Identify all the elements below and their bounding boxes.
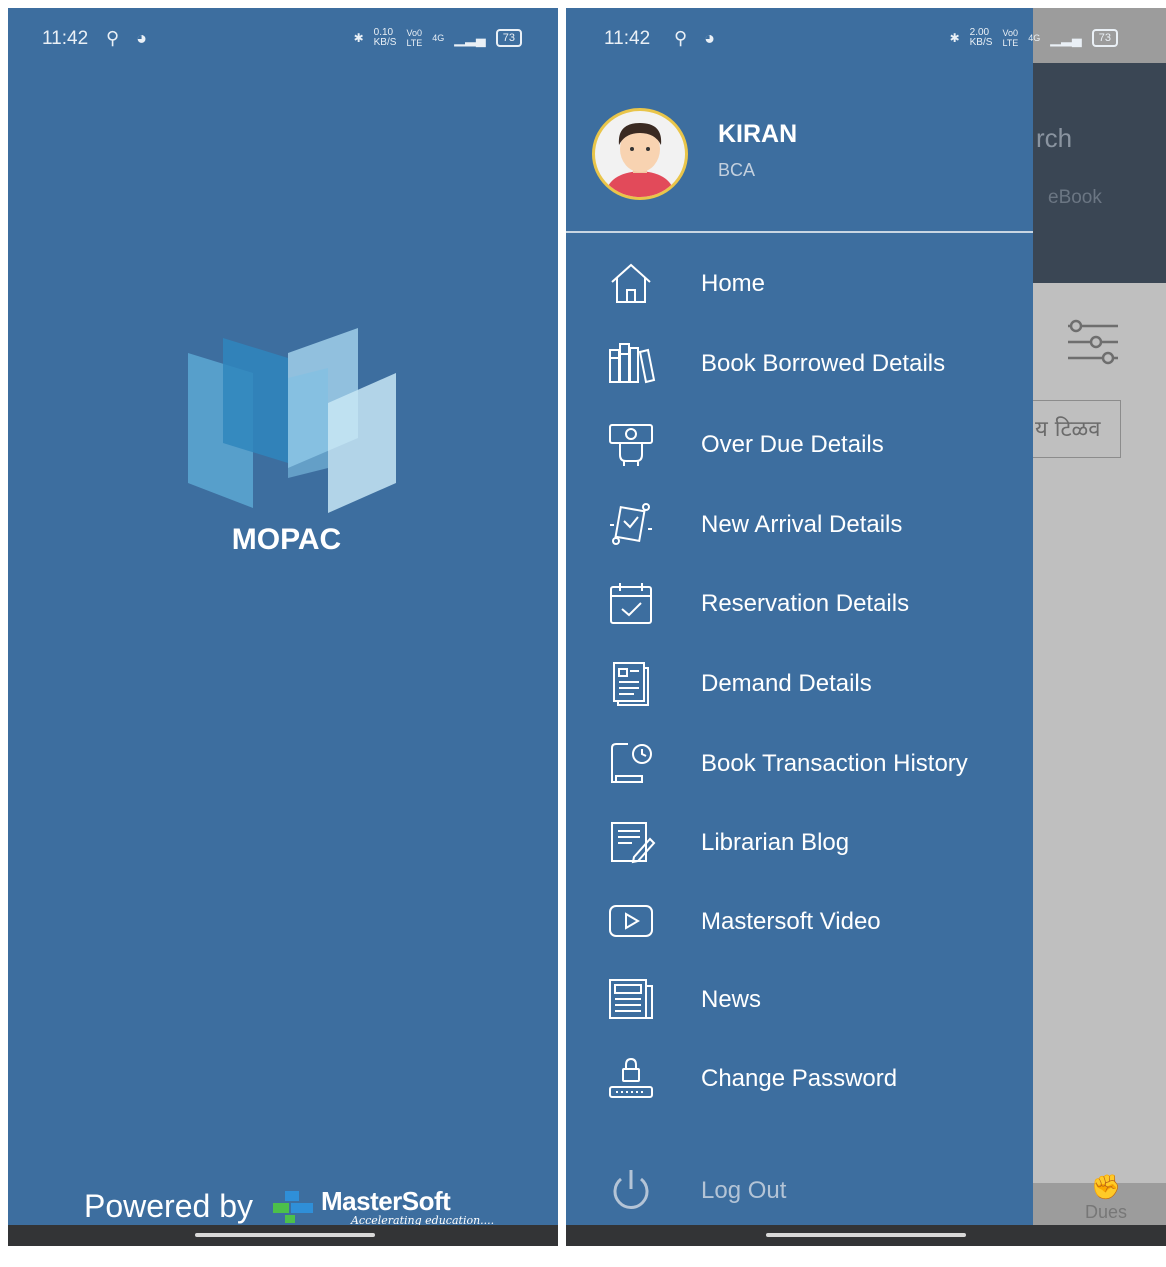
power-icon xyxy=(613,1170,649,1209)
menu-label: Book Transaction History xyxy=(701,750,968,777)
menu-item-news[interactable]: News xyxy=(566,964,1033,1034)
notification-icons: ⚲ ◕ xyxy=(674,28,722,48)
powered-by: Powered by MasterSoft Accelerating educa… xyxy=(84,1186,494,1227)
menu-label: Reservation Details xyxy=(701,590,910,617)
overdue-money-icon xyxy=(609,424,653,466)
signal-icon: ▁▂▄ xyxy=(1050,29,1082,46)
notification-icons: ⚲ ◕ xyxy=(106,28,154,48)
net-type: 4G xyxy=(432,33,445,43)
menu-label: New Arrival Details xyxy=(701,511,903,538)
menu-label: Librarian Blog xyxy=(701,829,850,856)
gesture-bar xyxy=(566,1225,1166,1246)
menu-item-librarian-blog[interactable]: Librarian Blog xyxy=(566,807,1033,877)
gesture-bar xyxy=(8,1225,558,1246)
menu-item-log-out[interactable]: Log Out xyxy=(566,1155,1033,1225)
home-icon xyxy=(611,263,651,303)
menu-label: News xyxy=(701,986,762,1013)
avatar[interactable] xyxy=(592,108,688,200)
dues-icon: ✊ xyxy=(1091,1174,1121,1201)
user-avatar-icon xyxy=(605,123,675,197)
menu-label: Log Out xyxy=(701,1177,787,1204)
menu-label: Book Borrowed Details xyxy=(701,350,946,377)
network-speed: 2.00 KB/S xyxy=(969,27,993,48)
status-bar: 11:42 ⚲ ◕ ✱ 0.10 KB/S Vo0 LTE 4G ▁▂▄ 73 xyxy=(8,8,558,68)
menu-item-demand[interactable]: Demand Details xyxy=(566,648,1033,718)
mopac-logo xyxy=(188,328,396,513)
user-name: KIRAN xyxy=(718,120,798,148)
newspaper-icon xyxy=(609,979,653,1019)
lock-password-icon xyxy=(609,1057,653,1098)
books-icon xyxy=(609,343,656,384)
menu-label: Demand Details xyxy=(701,670,872,697)
menu-item-home[interactable]: Home xyxy=(566,248,1033,318)
menu-label: Home xyxy=(701,270,766,297)
filter-sliders-icon[interactable] xyxy=(1066,318,1120,368)
powered-by-label: Powered by xyxy=(84,1188,253,1224)
dues-label: Dues xyxy=(1084,1202,1128,1222)
status-time: 11:42 xyxy=(604,28,651,49)
ebook-partial-text: eBook xyxy=(1048,187,1102,208)
signal-icon: ▁▂▄ xyxy=(454,29,486,46)
home-indicator[interactable] xyxy=(766,1233,966,1237)
net-type: 4G xyxy=(1028,33,1041,43)
status-time: 11:42 xyxy=(42,28,89,49)
demand-document-icon xyxy=(613,662,649,706)
network-speed: 0.10 KB/S xyxy=(373,27,397,48)
menu-item-book-borrowed[interactable]: Book Borrowed Details xyxy=(566,328,1033,398)
search-partial-text: rch xyxy=(1036,123,1073,153)
status-bar: 11:42 ⚲ ◕ ✱ 2.00 KB/S Vo0 LTE 4G ▁▂▄ 73 xyxy=(566,8,1166,68)
volte-indicator: Vo0 LTE xyxy=(406,28,423,48)
mastersoft-mark-icon xyxy=(272,1190,313,1223)
mastersoft-logo: MasterSoft Accelerating education.... xyxy=(271,1186,494,1227)
battery-icon: 73 xyxy=(495,29,522,47)
calendar-check-icon xyxy=(610,583,652,624)
dues-tab[interactable]: ✊ Dues xyxy=(1071,1173,1141,1223)
video-play-icon xyxy=(609,905,653,937)
user-course: BCA xyxy=(718,160,756,180)
status-right-icons: ✱ 0.10 KB/S Vo0 LTE 4G ▁▂▄ 73 xyxy=(354,28,522,48)
volte-indicator: Vo0 LTE xyxy=(1002,28,1019,48)
menu-label: Change Password xyxy=(701,1065,898,1092)
splash-screen: 11:42 ⚲ ◕ ✱ 0.10 KB/S Vo0 LTE 4G ▁▂▄ 73 … xyxy=(8,8,558,1246)
menu-item-reservation[interactable]: Reservation Details xyxy=(566,568,1033,638)
menu-label: Over Due Details xyxy=(701,431,884,458)
menu-item-over-due[interactable]: Over Due Details xyxy=(566,409,1033,479)
menu-item-mastersoft-video[interactable]: Mastersoft Video xyxy=(566,886,1033,956)
drawer-screen: rch eBook य टिळव ✊ Dues 11:42 ⚲ ◕ ✱ 2.00… xyxy=(566,8,1166,1246)
language-input-partial[interactable]: य टिळव xyxy=(1026,400,1121,458)
menu-label: Mastersoft Video xyxy=(701,908,881,935)
vendor-name: MasterSoft xyxy=(320,1186,451,1216)
bluetooth-icon: ✱ xyxy=(353,31,364,45)
app-name: MOPAC xyxy=(231,523,342,556)
status-right-icons: ✱ 2.00 KB/S Vo0 LTE 4G ▁▂▄ 73 xyxy=(950,28,1118,48)
menu-item-transaction-history[interactable]: Book Transaction History xyxy=(566,728,1033,798)
navigation-drawer: 11:42 ⚲ ◕ ✱ 2.00 KB/S Vo0 LTE 4G ▁▂▄ 73 … xyxy=(566,8,1118,1246)
blog-icon xyxy=(611,822,656,864)
new-arrival-icon xyxy=(610,503,652,545)
drawer-divider xyxy=(566,231,1033,233)
menu-item-change-password[interactable]: Change Password xyxy=(566,1043,1033,1113)
battery-icon: 73 xyxy=(1091,29,1118,47)
book-history-icon xyxy=(611,743,652,783)
menu-item-new-arrival[interactable]: New Arrival Details xyxy=(566,489,1033,559)
home-indicator[interactable] xyxy=(195,1233,375,1237)
bluetooth-icon: ✱ xyxy=(949,31,960,45)
